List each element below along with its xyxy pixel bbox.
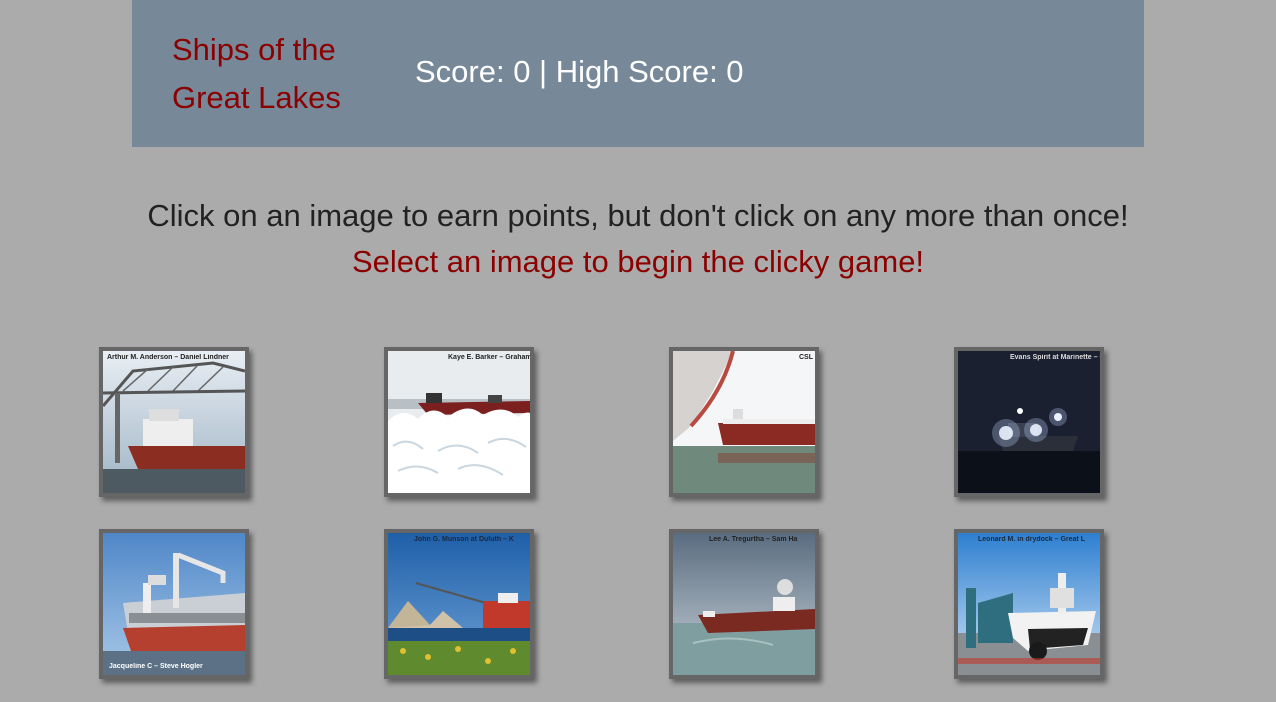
ship-image-card[interactable]: Kaye E. Barker – Graham Grattan (384, 347, 534, 497)
ship-photo-kaye-barker (388, 351, 530, 493)
ship-image-card[interactable]: CSL W (669, 347, 819, 497)
photo-credit: Lee A. Tregurtha – Sam Ha (709, 536, 798, 543)
ship-photo-john-munson (388, 533, 530, 675)
ship-photo-arthur-anderson (103, 351, 245, 493)
brand-title[interactable]: Ships of the Great Lakes (172, 26, 372, 122)
game-status-message: Select an image to begin the clicky game… (351, 244, 925, 279)
ship-image-card[interactable]: Arthur M. Anderson – Daniel Lindner (99, 347, 249, 497)
ship-photo-evans-spirit (958, 351, 1100, 493)
photo-credit: John G. Munson at Duluth – K (414, 536, 514, 543)
ship-image-card[interactable]: Jacqueline C – Steve Hogler (99, 529, 249, 679)
ship-photo-csl (673, 351, 815, 493)
photo-credit: Jacqueline C – Steve Hogler (109, 663, 203, 670)
score-display: Score: 0 | High Score: 0 (415, 54, 744, 89)
ship-photo-lee-tregurtha (673, 533, 815, 675)
photo-credit: Kaye E. Barker – Graham Grattan (448, 354, 530, 361)
instructions: Click on an image to earn points, but do… (0, 193, 1276, 285)
photo-credit: CSL W (799, 354, 815, 361)
navbar: Ships of the Great Lakes Score: 0 | High… (132, 0, 1144, 147)
ship-image-card[interactable]: Lee A. Tregurtha – Sam Ha (669, 529, 819, 679)
ship-photo-jacqueline-c (103, 533, 245, 675)
ship-image-card[interactable]: John G. Munson at Duluth – K (384, 529, 534, 679)
photo-credit: Evans Spirit at Marinette – Chuck Zier (1010, 354, 1100, 361)
photo-credit: Arthur M. Anderson – Daniel Lindner (107, 354, 229, 361)
ship-image-card[interactable]: Evans Spirit at Marinette – Chuck Zier (954, 347, 1104, 497)
instructions-text: Click on an image to earn points, but do… (147, 198, 1129, 233)
ship-image-card[interactable]: Leonard M. in drydock – Great L (954, 529, 1104, 679)
photo-credit: Leonard M. in drydock – Great L (978, 536, 1085, 543)
ship-photo-leonard-m (958, 533, 1100, 675)
